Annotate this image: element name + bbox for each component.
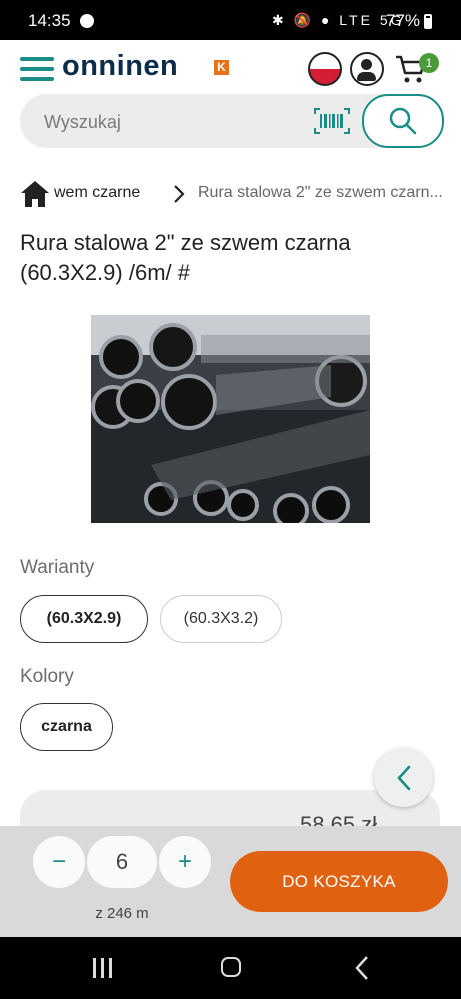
back-icon[interactable]	[354, 955, 370, 981]
product-title: Rura stalowa 2" ze szwem czarna (60.3X2.…	[20, 230, 351, 285]
breadcrumb: wem czarne Rura stalowa 2" ze szwem czar…	[20, 178, 450, 210]
menu-icon[interactable]	[20, 57, 54, 81]
quantity-increase-button[interactable]: +	[159, 836, 211, 888]
brand-logo-badge: K	[214, 60, 229, 75]
quantity-input[interactable]: 6	[87, 836, 157, 888]
chevron-right-icon	[174, 185, 185, 203]
flag-pl-icon[interactable]	[308, 52, 342, 86]
messenger-icon	[80, 14, 94, 28]
home-icon[interactable]	[20, 180, 50, 208]
cart-count-badge[interactable]: 1	[419, 53, 439, 73]
battery-percent: 77%	[386, 11, 421, 30]
recent-apps-icon[interactable]	[93, 958, 113, 978]
search-button[interactable]	[362, 94, 444, 148]
search-bar	[20, 94, 444, 150]
status-indicators: ✱ 🔕 ● LTE 5G	[272, 12, 405, 28]
collapse-panel-button[interactable]	[374, 748, 433, 807]
status-time: 14:35	[28, 11, 71, 30]
stock-info: z 246 m	[95, 905, 149, 922]
app-header: onninen K 1	[0, 40, 461, 95]
home-button-icon[interactable]	[221, 957, 241, 977]
system-nav-bar	[0, 937, 461, 999]
chevron-left-icon	[397, 765, 411, 791]
add-to-cart-button[interactable]: DO KOSZYKA	[230, 851, 448, 912]
search-icon	[389, 107, 417, 135]
search-input[interactable]	[42, 94, 306, 150]
variant-option-selected[interactable]: (60.3X2.9)	[20, 595, 148, 643]
status-bar: 14:35 ✱ 🔕 ● LTE 5G 77%	[0, 0, 461, 40]
variant-option[interactable]: (60.3X3.2)	[160, 595, 282, 643]
battery-icon	[424, 14, 432, 29]
add-to-cart-bar: − 6 + z 246 m DO KOSZYKA	[0, 826, 461, 937]
quantity-decrease-button[interactable]: −	[33, 836, 85, 888]
colors-label: Kolory	[20, 666, 74, 687]
user-icon[interactable]	[350, 52, 384, 86]
breadcrumb-item[interactable]: wem czarne	[54, 184, 140, 202]
variants-label: Warianty	[20, 557, 95, 578]
barcode-scanner-icon[interactable]	[314, 108, 350, 134]
product-image[interactable]	[91, 315, 370, 523]
breadcrumb-current: Rura stalowa 2" ze szwem czarn...	[198, 184, 443, 201]
color-option-selected[interactable]: czarna	[20, 703, 113, 751]
brand-logo[interactable]: onninen	[62, 50, 178, 83]
